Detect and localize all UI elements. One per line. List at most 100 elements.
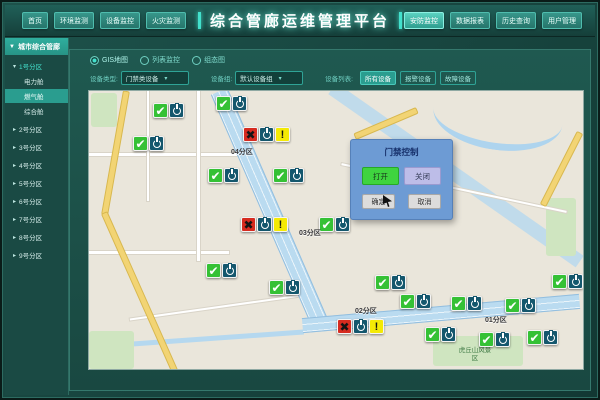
power-icon[interactable] [222, 263, 237, 278]
nav-button[interactable]: 用户管理 [542, 12, 582, 29]
warning-icon[interactable]: ! [369, 319, 384, 334]
sidebar: ▼ 城市综合管廊 ▾1号分区电力舱燃气舱综合舱 ▸2号分区 ▸3号分区 ▸4号分区 ▸5… [5, 38, 69, 395]
device-status-group-ok[interactable]: ✔ [527, 330, 558, 345]
device-filter-button[interactable]: 报警设备 [400, 71, 436, 85]
power-icon[interactable] [521, 298, 536, 313]
sidebar-item[interactable]: ▸7号分区 [5, 212, 68, 226]
device-status-group-ok[interactable]: ✔ [552, 274, 583, 289]
view-mode-option[interactable]: GIS地图 [90, 55, 128, 65]
check-icon[interactable]: ✔ [505, 298, 520, 313]
sidebar-item[interactable]: ▸2号分区 [5, 122, 68, 136]
sidebar-item[interactable]: ▸8号分区 [5, 230, 68, 244]
radio-icon [192, 56, 201, 65]
check-icon[interactable]: ✔ [375, 275, 390, 290]
device-status-group-alarm[interactable]: ✖! [243, 127, 290, 142]
power-icon[interactable] [543, 330, 558, 345]
map-road [197, 91, 200, 261]
gis-map[interactable]: 虎丘山风景区 ✔✔✔✔✔✔✔✔✔✔✔✔✔✔✔✔✖!✖!✖!04分区03分区02分… [88, 90, 584, 370]
check-icon[interactable]: ✔ [153, 103, 168, 118]
view-mode-option[interactable]: 组态图 [192, 55, 225, 65]
sidebar-item[interactable]: ▸9号分区 [5, 248, 68, 262]
power-icon[interactable] [259, 127, 274, 142]
device-status-group-ok[interactable]: ✔ [216, 96, 247, 111]
power-icon[interactable] [416, 294, 431, 309]
nav-button[interactable]: 设备监控 [100, 12, 140, 29]
device-status-group-ok[interactable]: ✔ [208, 168, 239, 183]
device-filter-button[interactable]: 故障设备 [440, 71, 476, 85]
power-icon[interactable] [441, 327, 456, 342]
device-status-group-ok[interactable]: ✔ [206, 263, 237, 278]
device-status-group-ok[interactable]: ✔ [319, 217, 350, 232]
nav-button[interactable]: 首页 [22, 12, 48, 29]
check-icon[interactable]: ✔ [273, 168, 288, 183]
power-icon[interactable] [149, 136, 164, 151]
check-icon[interactable]: ✔ [451, 296, 466, 311]
check-icon[interactable]: ✔ [479, 332, 494, 347]
main-panel: GIS地图列表监控组态图 设备类型: 门禁类设备 设备组: 默认设备组 设备列表… [69, 49, 591, 391]
power-icon[interactable] [289, 168, 304, 183]
device-filter-button[interactable]: 所有设备 [360, 71, 396, 85]
power-icon[interactable] [285, 280, 300, 295]
view-mode-option[interactable]: 列表监控 [140, 55, 180, 65]
open-button[interactable]: 打开 [362, 167, 399, 185]
device-status-group-alarm[interactable]: ✖! [337, 319, 384, 334]
device-status-group-ok[interactable]: ✔ [133, 136, 164, 151]
device-status-group-ok[interactable]: ✔ [269, 280, 300, 295]
power-icon[interactable] [467, 296, 482, 311]
check-icon[interactable]: ✔ [208, 168, 223, 183]
nav-button[interactable]: 历史查询 [496, 12, 536, 29]
sidebar-item[interactable]: ▸6号分区 [5, 194, 68, 208]
warning-icon[interactable]: ! [275, 127, 290, 142]
cancel-button[interactable]: 取消 [408, 194, 441, 209]
device-status-group-ok[interactable]: ✔ [273, 168, 304, 183]
map-road [130, 293, 309, 320]
sidebar-item[interactable]: ▸3号分区 [5, 140, 68, 154]
device-status-group-ok[interactable]: ✔ [425, 327, 456, 342]
error-icon[interactable]: ✖ [243, 127, 258, 142]
device-type-select[interactable]: 门禁类设备 [121, 71, 189, 85]
power-icon[interactable] [257, 217, 272, 232]
sidebar-item-label: 7号分区 [19, 214, 42, 224]
warning-icon[interactable]: ! [273, 217, 288, 232]
sidebar-item[interactable]: ▸5号分区 [5, 176, 68, 190]
check-icon[interactable]: ✔ [216, 96, 231, 111]
device-status-group-ok[interactable]: ✔ [451, 296, 482, 311]
sidebar-item[interactable]: ▾1号分区 [5, 59, 68, 73]
power-icon[interactable] [353, 319, 368, 334]
check-icon[interactable]: ✔ [552, 274, 567, 289]
power-icon[interactable] [232, 96, 247, 111]
check-icon[interactable]: ✔ [425, 327, 440, 342]
power-icon[interactable] [224, 168, 239, 183]
sidebar-item[interactable]: ▸4号分区 [5, 158, 68, 172]
power-icon[interactable] [391, 275, 406, 290]
device-status-group-ok[interactable]: ✔ [153, 103, 184, 118]
sidebar-item[interactable]: 综合舱 [5, 104, 68, 118]
power-icon[interactable] [495, 332, 510, 347]
check-icon[interactable]: ✔ [319, 217, 334, 232]
check-icon[interactable]: ✔ [527, 330, 542, 345]
power-icon[interactable] [335, 217, 350, 232]
device-group-select[interactable]: 默认设备组 [235, 71, 303, 85]
device-status-group-ok[interactable]: ✔ [375, 275, 406, 290]
device-status-group-ok[interactable]: ✔ [505, 298, 536, 313]
close-button[interactable]: 关闭 [404, 167, 441, 185]
nav-button[interactable]: 环境监测 [54, 12, 94, 29]
power-icon[interactable] [568, 274, 583, 289]
device-status-group-alarm[interactable]: ✖! [241, 217, 288, 232]
error-icon[interactable]: ✖ [241, 217, 256, 232]
nav-button[interactable]: 火灾监测 [146, 12, 186, 29]
check-icon[interactable]: ✔ [400, 294, 415, 309]
device-list-label: 设备列表: [325, 73, 353, 83]
device-status-group-ok[interactable]: ✔ [479, 332, 510, 347]
power-icon[interactable] [169, 103, 184, 118]
check-icon[interactable]: ✔ [269, 280, 284, 295]
check-icon[interactable]: ✔ [133, 136, 148, 151]
error-icon[interactable]: ✖ [337, 319, 352, 334]
device-status-group-ok[interactable]: ✔ [400, 294, 431, 309]
map-place-label: 虎丘山风景区 [458, 347, 492, 363]
sidebar-item[interactable]: 电力舱 [5, 74, 68, 88]
check-icon[interactable]: ✔ [206, 263, 221, 278]
nav-button[interactable]: 数据报表 [450, 12, 490, 29]
sidebar-root-node[interactable]: ▼ 城市综合管廊 [5, 38, 68, 55]
sidebar-item[interactable]: 燃气舱 [5, 89, 68, 103]
